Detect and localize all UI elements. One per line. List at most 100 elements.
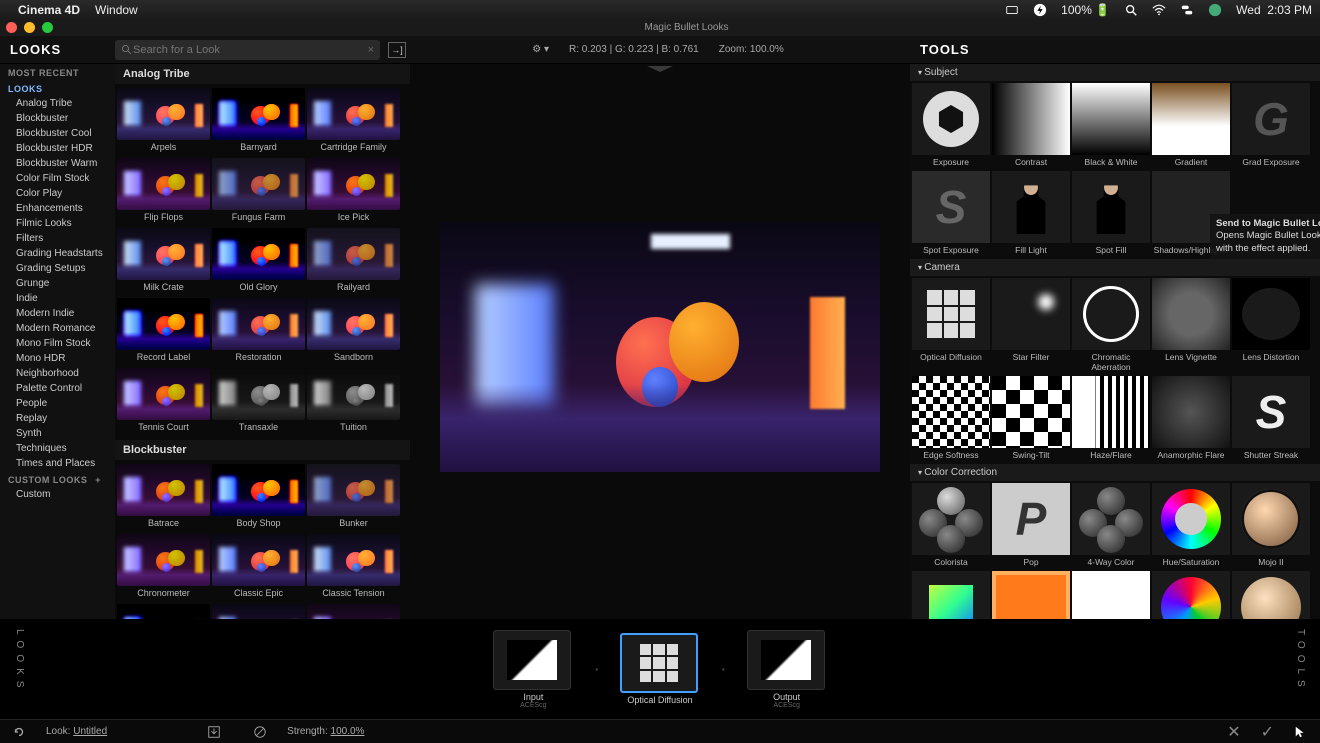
strength-readout[interactable]: Strength: 100.0%: [287, 726, 364, 737]
save-icon[interactable]: [207, 725, 221, 739]
look-preset[interactable]: Batrace: [117, 464, 210, 532]
search-input[interactable]: [133, 44, 368, 56]
sidebar-item[interactable]: Replay: [0, 411, 115, 426]
tool-spot-exposure[interactable]: SSpot Exposure: [912, 171, 990, 257]
sidebar-item[interactable]: Color Play: [0, 186, 115, 201]
gear-icon[interactable]: ⚙ ▾: [532, 44, 549, 55]
menu-app[interactable]: Cinema 4D: [18, 3, 80, 17]
zoom-icon[interactable]: [42, 22, 53, 33]
look-preset[interactable]: Body Shop: [212, 464, 305, 532]
tool-shutter-streak[interactable]: SShutter Streak: [1232, 376, 1310, 462]
look-preset[interactable]: Chronometer: [117, 534, 210, 602]
add-custom-icon[interactable]: +: [95, 475, 101, 485]
tool-4way-color[interactable]: 4-Way Color: [1072, 483, 1150, 569]
tool-group-camera[interactable]: Camera: [910, 259, 1320, 276]
chain-looks-label[interactable]: LOOKS: [14, 629, 25, 693]
preview-viewer[interactable]: Send to Magic Bullet Looks... Opens Magi…: [410, 64, 910, 619]
clear-search-icon[interactable]: ×: [368, 44, 374, 56]
looks-category-sidebar[interactable]: MOST RECENT LOOKS Analog Tribe Blockbust…: [0, 64, 115, 619]
chevron-down-icon[interactable]: [645, 64, 675, 74]
sidebar-item[interactable]: Times and Places: [0, 456, 115, 471]
look-preset[interactable]: Sandborn: [307, 298, 400, 366]
tool-item[interactable]: [1072, 571, 1150, 619]
sidebar-item[interactable]: Synth: [0, 426, 115, 441]
tool-item[interactable]: [912, 571, 990, 619]
sidebar-item[interactable]: Grading Setups: [0, 261, 115, 276]
sidebar-item[interactable]: Techniques: [0, 441, 115, 456]
tool-lens-vignette[interactable]: Lens Vignette: [1152, 278, 1230, 374]
tool-lens-distortion[interactable]: Lens Distortion: [1232, 278, 1310, 374]
sidebar-item[interactable]: Blockbuster: [0, 111, 115, 126]
search-icon[interactable]: [1124, 3, 1138, 17]
look-preset[interactable]: Ice Pick: [307, 158, 400, 226]
look-preset[interactable]: Arpels: [117, 88, 210, 156]
tool-fill-light[interactable]: Fill Light: [992, 171, 1070, 257]
import-look-icon[interactable]: →]: [388, 42, 406, 58]
tool-group-subject[interactable]: Subject: [910, 64, 1320, 81]
minimize-icon[interactable]: [24, 22, 35, 33]
tool-item[interactable]: [1152, 571, 1230, 619]
tools-panel[interactable]: Subject Exposure Contrast Black & White …: [910, 64, 1320, 619]
look-preset[interactable]: [307, 604, 400, 619]
look-preset[interactable]: Tennis Court: [117, 368, 210, 436]
tool-gradient[interactable]: Gradient: [1152, 83, 1230, 169]
menu-window[interactable]: Window: [95, 3, 138, 17]
bolt-icon[interactable]: [1033, 3, 1047, 17]
look-preset[interactable]: Milk Crate: [117, 228, 210, 296]
cancel-button[interactable]: ✕: [1227, 722, 1240, 742]
sidebar-item[interactable]: Filters: [0, 231, 115, 246]
tool-exposure[interactable]: Exposure: [912, 83, 990, 169]
control-center-icon[interactable]: [1180, 3, 1194, 17]
clock[interactable]: Wed 2:03 PM: [1236, 3, 1312, 17]
sidebar-section-looks[interactable]: LOOKS: [0, 80, 115, 96]
sidebar-item[interactable]: Analog Tribe: [0, 96, 115, 111]
chain-node-optical-diffusion[interactable]: Optical Diffusion: [620, 633, 700, 705]
look-preset[interactable]: [212, 604, 305, 619]
looks-group-header[interactable]: Blockbuster: [115, 440, 410, 460]
chain-tools-label[interactable]: TOOLS: [1295, 629, 1306, 693]
tool-spot-fill[interactable]: Spot Fill: [1072, 171, 1150, 257]
sidebar-item-custom[interactable]: Custom: [0, 487, 115, 502]
sidebar-item[interactable]: Neighborhood: [0, 366, 115, 381]
tool-chromatic-aberration[interactable]: Chromatic Aberration: [1072, 278, 1150, 374]
look-name[interactable]: Look: Untitled: [46, 726, 107, 737]
tool-mojo[interactable]: Mojo II: [1232, 483, 1310, 569]
tool-grad-exposure[interactable]: GGrad Exposure: [1232, 83, 1310, 169]
look-preset[interactable]: Classic Tension: [307, 534, 400, 602]
chain-node-input[interactable]: Input ACEScg: [493, 630, 573, 709]
tool-optical-diffusion[interactable]: Optical Diffusion: [912, 278, 990, 374]
menubar-icon[interactable]: [1005, 3, 1019, 17]
tool-anamorphic-flare[interactable]: Anamorphic Flare: [1152, 376, 1230, 462]
tool-edge-softness[interactable]: Edge Softness: [912, 376, 990, 462]
look-preset[interactable]: Transaxle: [212, 368, 305, 436]
looks-group-header[interactable]: Analog Tribe: [115, 64, 410, 84]
look-preset[interactable]: Classic Epic: [212, 534, 305, 602]
look-preset[interactable]: Bunker: [307, 464, 400, 532]
tool-item[interactable]: [992, 571, 1070, 619]
sidebar-item[interactable]: Mono Film Stock: [0, 336, 115, 351]
sidebar-item[interactable]: Color Film Stock: [0, 171, 115, 186]
sidebar-item[interactable]: Grunge: [0, 276, 115, 291]
tool-group-color[interactable]: Color Correction: [910, 464, 1320, 481]
sidebar-item[interactable]: Filmic Looks: [0, 216, 115, 231]
look-preset[interactable]: Barnyard: [212, 88, 305, 156]
sidebar-item[interactable]: Blockbuster Cool: [0, 126, 115, 141]
look-preset[interactable]: Old Glory: [212, 228, 305, 296]
tool-pop[interactable]: PPop: [992, 483, 1070, 569]
look-preset[interactable]: Record Label: [117, 298, 210, 366]
tool-contrast[interactable]: Contrast: [992, 83, 1070, 169]
look-preset[interactable]: Railyard: [307, 228, 400, 296]
looks-grid[interactable]: Analog Tribe Arpels Barnyard Cartridge F…: [115, 64, 410, 619]
sidebar-item[interactable]: Modern Romance: [0, 321, 115, 336]
look-preset[interactable]: Restoration: [212, 298, 305, 366]
preview-image[interactable]: [440, 222, 880, 472]
user-icon[interactable]: [1208, 3, 1222, 17]
sidebar-item[interactable]: Palette Control: [0, 381, 115, 396]
tool-star-filter[interactable]: Star Filter: [992, 278, 1070, 374]
look-preset[interactable]: Cartridge Family: [307, 88, 400, 156]
look-preset[interactable]: Fungus Farm: [212, 158, 305, 226]
search-box[interactable]: ×: [115, 40, 380, 60]
chain-node-output[interactable]: Output ACEScg: [747, 630, 827, 709]
sidebar-item[interactable]: Modern Indie: [0, 306, 115, 321]
disable-icon[interactable]: [253, 725, 267, 739]
